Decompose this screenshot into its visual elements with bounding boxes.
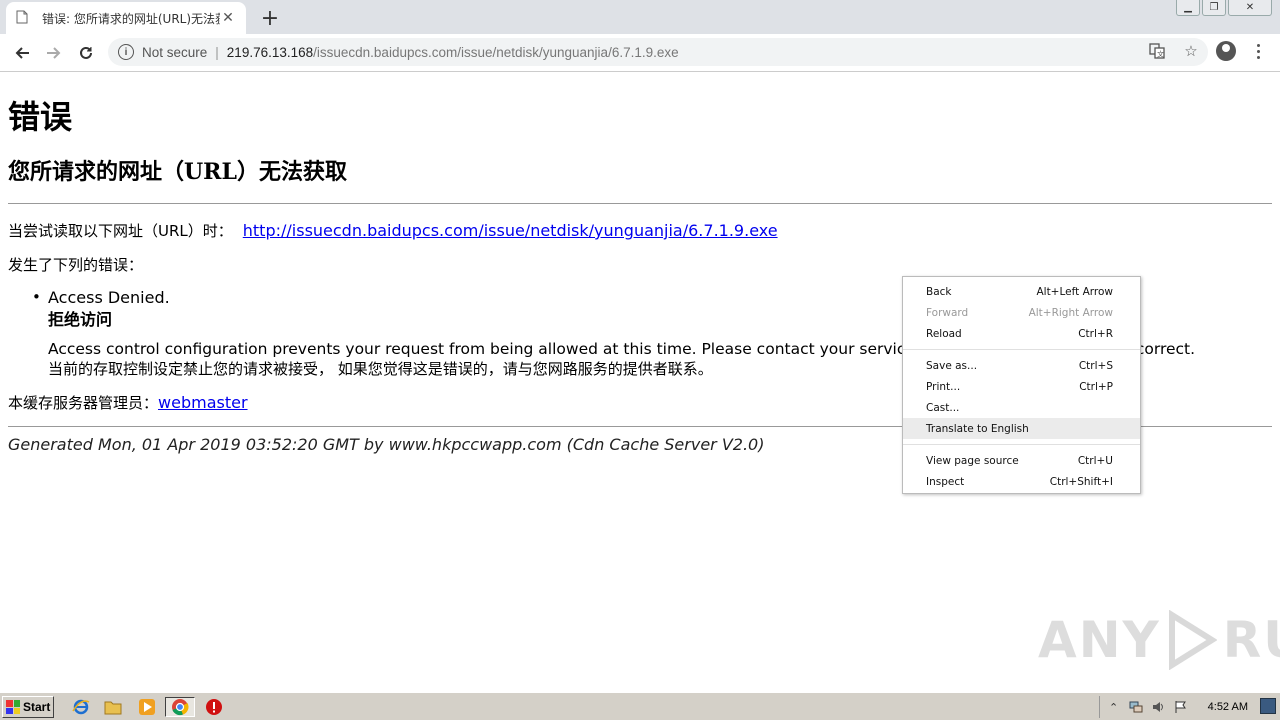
security-label[interactable]: Not secure	[142, 45, 207, 60]
tab-close-icon[interactable]: ✕	[220, 10, 236, 26]
menu-label: View page source	[926, 454, 1019, 467]
volume-icon[interactable]	[1150, 699, 1166, 715]
menu-shortcut: Ctrl+S	[1078, 359, 1113, 372]
divider-top	[8, 203, 1272, 204]
menu-shortcut: Ctrl+P	[1079, 380, 1113, 393]
menu-item-print[interactable]: Print... Ctrl+P	[903, 376, 1140, 397]
menu-item-view-source[interactable]: View page source Ctrl+U	[903, 450, 1140, 471]
start-label: Start	[23, 700, 51, 714]
menu-item-save-as[interactable]: Save as... Ctrl+S	[903, 355, 1140, 376]
stop-sign-icon[interactable]	[203, 697, 225, 717]
menu-label: Forward	[926, 306, 969, 319]
anyrun-watermark: ANY RUN	[1038, 610, 1280, 670]
menu-separator	[903, 349, 1140, 350]
watermark-text-right: RUN	[1222, 611, 1280, 669]
menu-label: Reload	[926, 327, 962, 340]
tab-title: 错误: 您所请求的网址(URL)无法获取	[42, 11, 220, 26]
address-separator: |	[215, 44, 219, 60]
file-explorer-icon[interactable]	[102, 697, 124, 717]
url-path: /issuecdn.baidupcs.com/issue/netdisk/yun…	[313, 44, 679, 60]
error-title-zh: 拒绝访问	[48, 310, 113, 329]
menu-label: Translate to English	[926, 422, 1029, 435]
generated-footer: Generated Mon, 01 Apr 2019 03:52:20 GMT …	[8, 435, 765, 454]
menu-label: Print...	[926, 380, 961, 393]
minimize-icon[interactable]: ▁	[1176, 0, 1200, 16]
menu-item-inspect[interactable]: Inspect Ctrl+Shift+I	[903, 471, 1140, 492]
menu-item-translate[interactable]: Translate to English	[903, 418, 1140, 439]
admin-line: 本缓存服务器管理员：webmaster	[8, 392, 248, 413]
admin-label: 本缓存服务器管理员：	[8, 394, 159, 412]
forward-arrow-icon[interactable]	[42, 41, 66, 65]
menu-shortcut: Alt+Left Arrow	[1036, 285, 1113, 298]
error-description-zh: 当前的存取控制设定禁止您的请求被接受， 如果您觉得这是错误的，请与您网路服务的提…	[48, 360, 713, 378]
url-host: 219.76.13.168	[226, 44, 314, 60]
document-icon	[16, 10, 30, 26]
translate-icon[interactable]: 文	[1148, 42, 1166, 60]
bullet-marker: •	[32, 288, 41, 306]
media-player-icon[interactable]	[136, 697, 158, 717]
taskbar: Start ⌃ 4:52 AM	[0, 692, 1280, 720]
webmaster-link[interactable]: webmaster	[158, 393, 248, 412]
back-arrow-icon[interactable]	[10, 41, 34, 65]
windows-logo-icon	[6, 700, 20, 714]
menu-label: Save as...	[926, 359, 978, 372]
menu-label: Inspect	[926, 475, 965, 488]
bookmark-star-icon[interactable]: ☆	[1182, 42, 1200, 60]
window-close-icon[interactable]: ✕	[1228, 0, 1272, 16]
attempt-label: 当尝试读取以下网址（URL）时：	[8, 222, 233, 240]
error-occurred-label: 发生了下列的错误：	[8, 256, 144, 274]
new-tab-button[interactable]: +	[258, 6, 282, 31]
menu-shortcut: Ctrl+U	[1077, 454, 1113, 467]
menu-label: Cast...	[926, 401, 960, 414]
internet-explorer-icon[interactable]	[70, 697, 92, 717]
page-heading: 错误	[8, 98, 73, 136]
profile-avatar-icon[interactable]	[1216, 41, 1236, 61]
menu-label: Back	[926, 285, 952, 298]
menu-shortcut: Ctrl+Shift+I	[1049, 475, 1113, 488]
browser-menu-icon[interactable]	[1252, 40, 1264, 62]
tray-expand-icon[interactable]: ⌃	[1106, 699, 1122, 715]
page-subheading: 您所请求的网址（URL）无法获取	[8, 159, 347, 185]
taskbar-clock[interactable]: 4:52 AM	[1208, 701, 1248, 713]
attempt-line: 当尝试读取以下网址（URL）时： http://issuecdn.baidupcs…	[8, 220, 778, 241]
menu-item-back[interactable]: Back Alt+Left Arrow	[903, 281, 1140, 302]
network-icon[interactable]	[1128, 699, 1144, 715]
menu-separator	[903, 444, 1140, 445]
menu-item-cast[interactable]: Cast...	[903, 397, 1140, 418]
watermark-text-left: ANY	[1038, 611, 1161, 669]
browser-toolbar: i Not secure | 219.76.13.168/issuecdn.ba…	[0, 34, 1280, 72]
start-button[interactable]: Start	[2, 696, 54, 718]
chrome-taskbar-icon[interactable]	[165, 697, 195, 717]
menu-shortcut: Alt+Right Arrow	[1028, 306, 1113, 319]
context-menu: Back Alt+Left Arrow Forward Alt+Right Arro…	[902, 276, 1141, 494]
show-desktop-icon[interactable]	[1260, 698, 1276, 714]
menu-shortcut: Ctrl+R	[1078, 327, 1113, 340]
address-actions: 文 ☆	[1148, 42, 1200, 60]
svg-text:文: 文	[1157, 50, 1164, 59]
system-tray: ⌃ 4:52 AM	[1098, 696, 1252, 718]
browser-tab[interactable]: 错误: 您所请求的网址(URL)无法获取 ✕	[6, 2, 246, 34]
menu-item-reload[interactable]: Reload Ctrl+R	[903, 323, 1140, 344]
info-icon[interactable]: i	[118, 44, 134, 60]
menu-item-forward[interactable]: Forward Alt+Right Arrow	[903, 302, 1140, 323]
restore-icon[interactable]: ❐	[1202, 0, 1226, 16]
error-title-en: Access Denied.	[48, 288, 170, 307]
attempt-url-link[interactable]: http://issuecdn.baidupcs.com/issue/netdi…	[243, 221, 778, 240]
address-bar[interactable]: i Not secure | 219.76.13.168/issuecdn.ba…	[108, 38, 1208, 66]
play-logo-icon	[1168, 610, 1217, 670]
tab-strip: 错误: 您所请求的网址(URL)无法获取 ✕ + ▁ ❐ ✕	[0, 0, 1280, 34]
window-controls: ▁ ❐ ✕	[1176, 0, 1272, 16]
action-center-flag-icon[interactable]	[1172, 699, 1188, 715]
reload-icon[interactable]	[74, 41, 98, 65]
